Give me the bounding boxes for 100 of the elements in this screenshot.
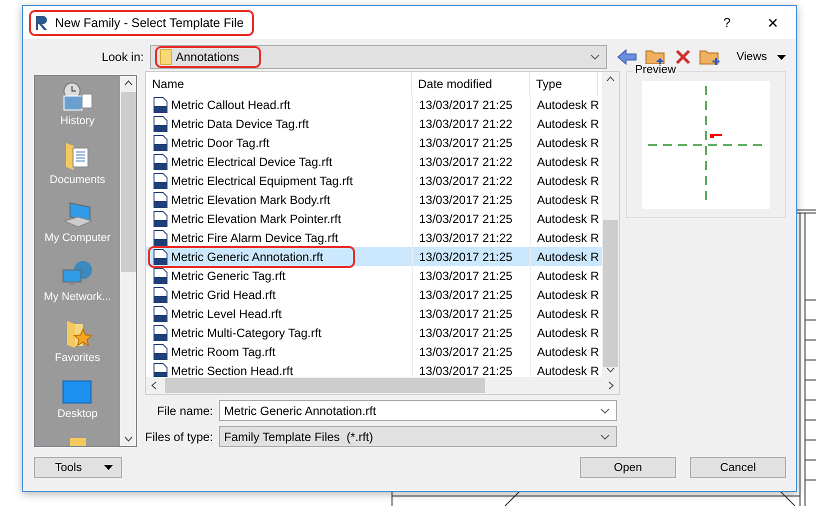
window-title: New Family - Select Template File: [55, 16, 244, 30]
scroll-up-icon[interactable]: [124, 80, 132, 86]
file-row[interactable]: Metric Elevation Mark Body.rft 13/03/2017 21:25 Autodesk R: [146, 190, 602, 209]
look-in-dropdown[interactable]: Annotations: [150, 45, 607, 69]
file-name: Metric Door Tag.rft: [171, 136, 270, 150]
file-row[interactable]: Metric Generic Annotation.rft 13/03/2017 21:25 Autodesk R: [146, 247, 602, 266]
file-name: Metric Level Head.rft: [171, 306, 282, 320]
template-file-icon: [153, 192, 168, 208]
template-file-icon: [153, 134, 168, 150]
file-name: Metric Generic Tag.rft: [171, 268, 286, 282]
scroll-left-icon[interactable]: [151, 381, 157, 390]
file-row[interactable]: Metric Generic Tag.rft 13/03/2017 21:25 Autodesk R: [146, 266, 602, 285]
date-cell: 13/03/2017 21:22: [412, 171, 530, 190]
network-globe-icon: [61, 260, 94, 288]
type-cell: Autodesk R: [530, 114, 598, 133]
file-type-dropdown[interactable]: Family Template Files (*.rft): [219, 426, 617, 447]
type-cell: Autodesk R: [530, 209, 598, 228]
date-cell: 13/03/2017 21:25: [412, 190, 530, 209]
type-cell: Autodesk R: [530, 266, 598, 285]
cancel-button[interactable]: Cancel: [690, 457, 786, 478]
delete-icon[interactable]: [674, 49, 691, 65]
file-name: Metric Room Tag.rft: [171, 344, 276, 358]
views-menu-button[interactable]: Views: [736, 51, 786, 63]
template-file-icon: [153, 286, 168, 302]
file-name: Metric Multi-Category Tag.rft: [171, 326, 322, 340]
date-cell: 13/03/2017 21:25: [412, 133, 530, 152]
date-cell: 13/03/2017 21:25: [412, 95, 530, 114]
file-row[interactable]: Metric Electrical Device Tag.rft 13/03/2017 21:22 Autodesk R: [146, 152, 602, 171]
scrollbar[interactable]: [146, 377, 619, 394]
column-header[interactable]: Name: [146, 72, 412, 95]
folder-icon: [70, 438, 86, 446]
date-cell: 13/03/2017 21:25: [412, 209, 530, 228]
file-name-field[interactable]: Metric Generic Annotation.rft: [219, 400, 617, 421]
scroll-right-icon[interactable]: [608, 381, 614, 390]
look-in-label: Look in:: [100, 50, 144, 64]
type-cell: Autodesk R: [530, 95, 598, 114]
file-name: Metric Electrical Device Tag.rft: [171, 154, 332, 168]
file-name: Metric Data Device Tag.rft: [171, 116, 309, 130]
date-cell: 13/03/2017 21:22: [412, 114, 530, 133]
file-row[interactable]: Metric Elevation Mark Pointer.rft 13/03/2017 21:25 Autodesk R: [146, 209, 602, 228]
file-name: Metric Section Head.rft: [171, 364, 294, 377]
type-cell: Autodesk R: [530, 342, 598, 361]
file-row[interactable]: Metric Multi-Category Tag.rft 13/03/2017 21:25 Autodesk R: [146, 323, 602, 342]
file-name: Metric Generic Annotation.rft: [171, 250, 324, 264]
type-cell: Autodesk R: [530, 285, 598, 304]
type-cell: Autodesk R: [530, 133, 598, 152]
chevron-down-icon: [590, 54, 600, 60]
template-file-icon: [153, 210, 168, 226]
folder-icon: [160, 49, 172, 65]
date-cell: 13/03/2017 21:25: [412, 285, 530, 304]
folder-up-icon[interactable]: [644, 48, 667, 66]
scroll-down-icon[interactable]: [606, 367, 615, 374]
file-row[interactable]: Metric Electrical Equipment Tag.rft 13/03/2017 21:22 Autodesk R: [146, 171, 602, 190]
file-row[interactable]: Metric Door Tag.rft 13/03/2017 21:25 Autodesk R: [146, 133, 602, 152]
preview-label: Preview: [633, 64, 678, 76]
caret-icon: [777, 54, 786, 60]
template-file-icon: [153, 172, 168, 188]
date-cell: 13/03/2017 21:25: [412, 342, 530, 361]
file-name: Metric Electrical Equipment Tag.rft: [171, 174, 353, 188]
scroll-up-icon[interactable]: [606, 76, 615, 82]
type-cell: Autodesk R: [530, 171, 598, 190]
file-row[interactable]: Metric Callout Head.rft 13/03/2017 21:25 Autodesk R: [146, 95, 602, 114]
desktop-icon: [62, 378, 92, 405]
column-header[interactable]: Type: [530, 72, 598, 95]
scroll-down-icon[interactable]: [124, 436, 132, 442]
type-cell: Autodesk R: [530, 190, 598, 209]
file-row[interactable]: Metric Data Device Tag.rft 13/03/2017 21:22 Autodesk R: [146, 114, 602, 133]
open-button[interactable]: Open: [580, 457, 676, 478]
laptop-icon: [62, 200, 94, 229]
file-name: Metric Grid Head.rft: [171, 288, 276, 302]
help-button[interactable]: ?: [704, 8, 750, 38]
chevron-down-icon: [600, 434, 610, 440]
column-header[interactable]: Date modified: [412, 72, 530, 95]
file-row[interactable]: Metric Grid Head.rft 13/03/2017 21:25 Autodesk R: [146, 285, 602, 304]
file-name: Metric Elevation Mark Pointer.rft: [171, 212, 342, 226]
template-file-icon: [153, 230, 168, 246]
new-folder-icon[interactable]: [698, 48, 721, 66]
scrollbar[interactable]: [602, 72, 619, 377]
app-logo-icon: [35, 14, 49, 30]
date-cell: 13/03/2017 21:25: [412, 247, 530, 266]
template-file-icon: [153, 268, 168, 284]
type-cell: Autodesk R: [530, 152, 598, 171]
scrollbar[interactable]: [120, 76, 136, 446]
file-row[interactable]: Metric Level Head.rft 13/03/2017 21:25 Autodesk R: [146, 304, 602, 323]
back-arrow-icon[interactable]: [616, 49, 637, 65]
chevron-down-icon: [600, 408, 610, 414]
date-cell: 13/03/2017 21:25: [412, 323, 530, 342]
template-file-icon: [153, 96, 168, 112]
template-file-icon: [153, 362, 168, 377]
date-cell: 13/03/2017 21:25: [412, 304, 530, 323]
file-name: Metric Elevation Mark Body.rft: [171, 192, 330, 206]
file-name-label: File name:: [156, 404, 213, 418]
tools-button[interactable]: Tools: [34, 457, 122, 478]
template-file-icon: [153, 248, 168, 264]
date-cell: 13/03/2017 21:25: [412, 266, 530, 285]
type-cell: Autodesk R: [530, 323, 598, 342]
file-row[interactable]: Metric Room Tag.rft 13/03/2017 21:25 Autodesk R: [146, 342, 602, 361]
template-file-icon: [153, 324, 168, 340]
file-name: Metric Callout Head.rft: [171, 98, 290, 112]
close-button[interactable]: ✕: [750, 8, 796, 38]
